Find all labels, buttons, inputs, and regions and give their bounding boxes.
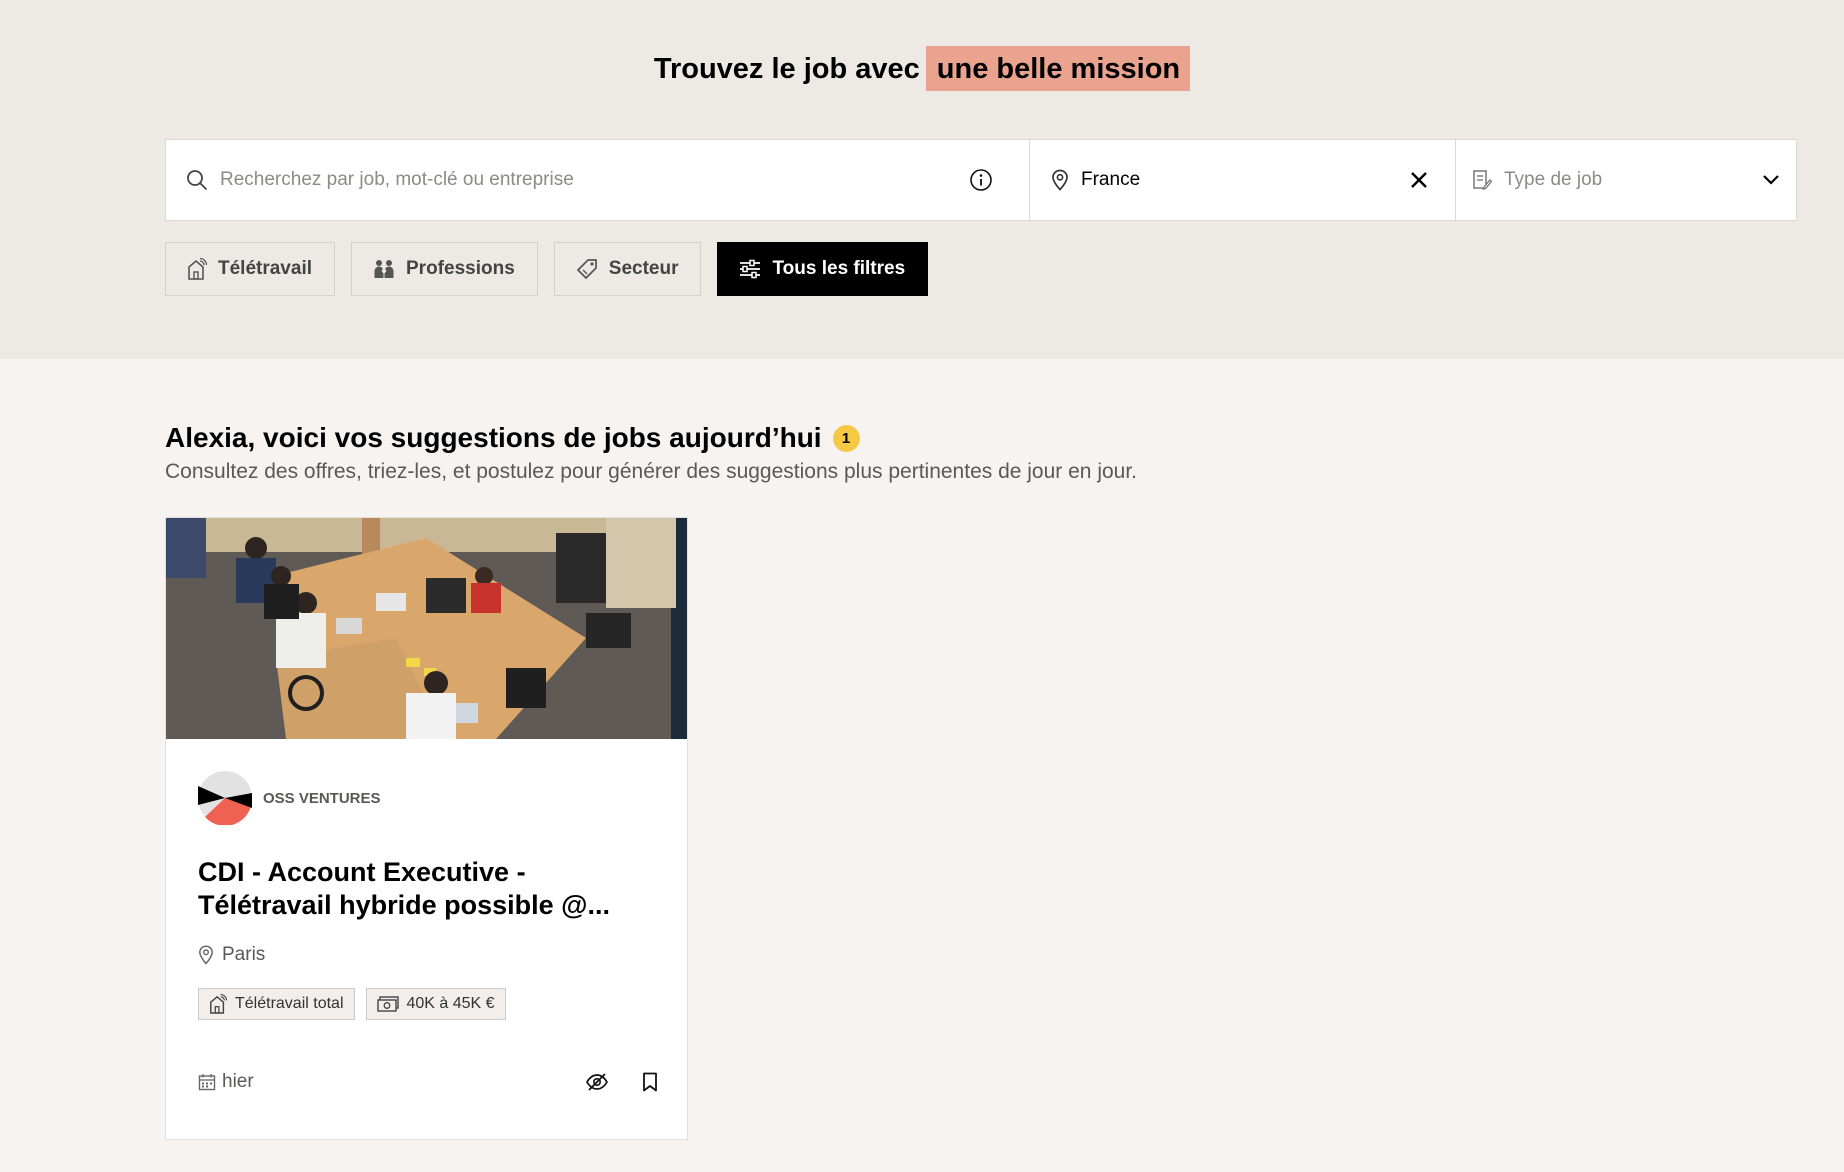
job-card-actions (552, 1072, 658, 1092)
company-logo (198, 771, 252, 825)
clear-icon[interactable] (1410, 171, 1428, 189)
calendar-icon (198, 1073, 216, 1091)
filter-remote-label: Télétravail (218, 258, 312, 279)
job-type-select[interactable]: Type de job (1456, 140, 1796, 220)
hero-title: Trouvez le job avec une belle mission (0, 46, 1844, 91)
suggestions-count-badge: 1 (832, 424, 860, 452)
filter-chips: Télétravail Professions Secteur Tous les… (165, 242, 944, 296)
job-card[interactable]: OSS VENTURES CDI - Account Executive - T… (165, 517, 688, 1140)
hide-icon[interactable] (585, 1072, 609, 1092)
chevron-down-icon[interactable] (1762, 174, 1780, 186)
suggestions-header: Alexia, voici vos suggestions de jobs au… (165, 422, 1137, 484)
filter-professions-label: Professions (406, 258, 515, 279)
job-type-placeholder: Type de job (1504, 169, 1603, 190)
job-title[interactable]: CDI - Account Executive - Télétravail hy… (198, 856, 658, 922)
company-name: OSS VENTURES (263, 789, 381, 807)
search-icon (186, 169, 208, 191)
all-filters-label: Tous les filtres (772, 258, 906, 279)
remote-home-icon (209, 994, 227, 1014)
search-input[interactable] (220, 169, 940, 191)
info-icon[interactable] (969, 168, 993, 192)
search-bar: Type de job (165, 139, 1797, 221)
company-info[interactable]: OSS VENTURES (198, 771, 381, 825)
location-field[interactable] (1030, 140, 1456, 220)
suggestions-subtitle: Consultez des offres, triez-les, et post… (165, 460, 1138, 483)
filter-sector-button[interactable]: Secteur (553, 242, 702, 296)
job-tag-salary-label: 40K à 45K € (406, 995, 495, 1012)
sliders-icon (739, 259, 761, 279)
hero-title-highlight: une belle mission (925, 46, 1191, 91)
filter-remote-button[interactable]: Télétravail (165, 242, 335, 296)
location-pin-icon (198, 945, 214, 965)
location-pin-icon (1051, 169, 1069, 191)
all-filters-button[interactable]: Tous les filtres (717, 242, 929, 296)
job-tag-salary: 40K à 45K € (365, 988, 506, 1020)
location-input[interactable] (1081, 169, 1401, 191)
bookmark-icon[interactable] (642, 1072, 658, 1092)
suggestions-title-text: Alexia, voici vos suggestions de jobs au… (165, 422, 822, 453)
job-tag-remote-label: Télétravail total (235, 995, 344, 1012)
people-icon (373, 258, 395, 280)
money-icon (376, 996, 399, 1012)
hero-section: Trouvez le job avec une belle mission Re… (0, 0, 1844, 359)
job-location: Paris (198, 944, 265, 966)
hero-title-prefix: Trouvez le job avec (653, 53, 920, 85)
suggestions-title: Alexia, voici vos suggestions de jobs au… (165, 422, 1137, 454)
job-type-icon (1472, 169, 1492, 191)
job-date-text: hier (222, 1071, 254, 1092)
job-date: hier (198, 1071, 254, 1093)
remote-home-icon (187, 258, 207, 280)
job-tags: Télétravail total 40K à 45K € (198, 988, 517, 1020)
tag-icon (576, 258, 598, 280)
job-cover-image (166, 518, 687, 739)
job-location-text: Paris (222, 944, 266, 965)
job-tag-remote: Télétravail total (198, 988, 355, 1020)
keyword-search-field[interactable] (166, 140, 1030, 220)
filter-sector-label: Secteur (608, 258, 679, 279)
filter-professions-button[interactable]: Professions (351, 242, 538, 296)
job-card-footer: hier (198, 1071, 658, 1093)
